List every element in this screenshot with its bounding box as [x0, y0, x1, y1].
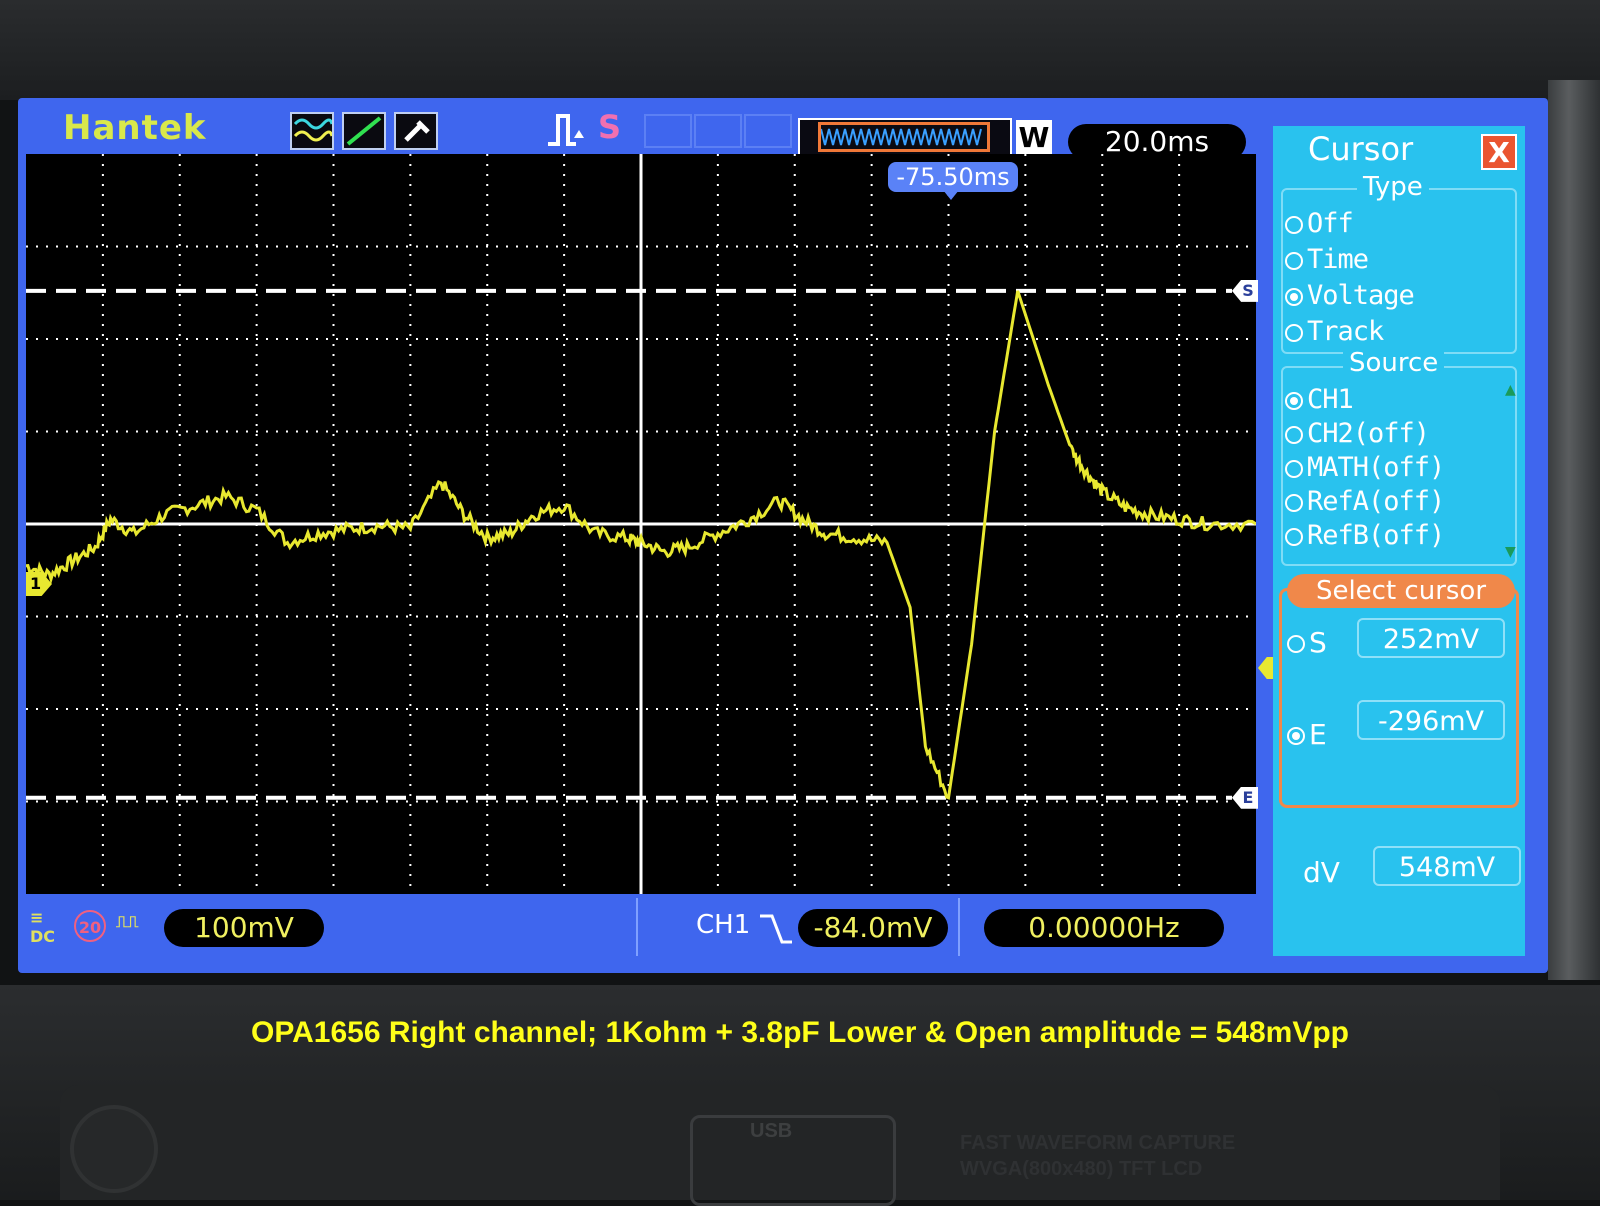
option-label: E [1309, 718, 1327, 751]
option-label: CH2(off) [1307, 418, 1430, 449]
radio-icon [1285, 527, 1303, 546]
option-label: Time [1307, 244, 1369, 275]
waveform-svg [25, 154, 1257, 894]
falling-edge-icon [760, 914, 792, 944]
device-bezel-top [0, 0, 1600, 100]
brand-logo: Hantek [63, 108, 207, 148]
select-cursor-header: Select cursor [1287, 574, 1515, 608]
device-bezel-right [1548, 80, 1600, 980]
source-option-refb[interactable]: RefB(off) [1285, 520, 1445, 551]
top-bar: Hantek S W 20.0ms [18, 98, 1273, 160]
option-label: S [1309, 626, 1327, 659]
memory-window[interactable] [818, 122, 990, 152]
radio-icon [1285, 459, 1303, 478]
delta-v-label: dV [1303, 856, 1340, 889]
photo-caption: OPA1656 Right channel; 1Kohm + 3.8pF Low… [250, 1016, 1350, 1049]
radio-selected-icon [1285, 391, 1303, 410]
cursor-menu: Cursor X Type Off Time Voltage Track Sou… [1273, 126, 1525, 956]
type-option-time[interactable]: Time [1285, 244, 1369, 275]
trigger-level-readout[interactable]: -84.0mV [798, 909, 948, 947]
close-button[interactable]: X [1481, 134, 1517, 170]
cursor-s-value[interactable]: 252mV [1357, 618, 1505, 658]
waveform-display-icon[interactable] [290, 112, 334, 150]
radio-icon [1287, 635, 1305, 653]
source-option-ch1[interactable]: CH1 [1285, 384, 1354, 415]
type-option-track[interactable]: Track [1285, 316, 1384, 347]
waveform-plot: 1 S E [25, 154, 1280, 894]
type-option-voltage[interactable]: Voltage [1285, 280, 1415, 311]
trigger-source-label: CH1 [696, 910, 751, 940]
probe-icon: ⎍⎍ [116, 912, 139, 931]
panel-text-line1: FAST WAVEFORM CAPTURE [960, 1132, 1236, 1154]
source-option-refa[interactable]: RefA(off) [1285, 486, 1445, 517]
memory-icon-faded [744, 114, 792, 148]
panel-text-line2: WVGA(800x480) TFT LCD [960, 1158, 1203, 1180]
device-panel-text: FAST WAVEFORM CAPTURE WVGA(800x480) TFT … [960, 1130, 1235, 1182]
radio-icon [1285, 251, 1303, 270]
option-label: Voltage [1307, 280, 1415, 311]
power-button[interactable] [70, 1105, 158, 1193]
mode-icon-faded [644, 114, 692, 148]
frequency-readout: 0.00000Hz [984, 909, 1224, 947]
radio-icon [1285, 425, 1303, 444]
graticule [26, 154, 1256, 894]
oscilloscope-screen: Hantek S W 20.0ms 1 S E -75.50ms ≡ DC 20… [18, 98, 1548, 973]
option-label: Off [1307, 208, 1354, 239]
cursor-e-option[interactable]: E [1287, 718, 1327, 751]
option-label: CH1 [1307, 384, 1354, 415]
acquire-mode-indicator[interactable]: W [1016, 120, 1052, 156]
trigger-position-readout: -75.50ms [888, 162, 1018, 192]
usb-port [690, 1115, 896, 1206]
sync-icon-faded [694, 114, 742, 148]
source-option-ch2[interactable]: CH2(off) [1285, 418, 1430, 449]
delta-v-value: 548mV [1373, 846, 1521, 886]
status-divider [636, 898, 638, 956]
usb-label: USB [750, 1120, 793, 1142]
bandwidth-limit-icon: 20 [74, 910, 106, 942]
volts-per-div[interactable]: 100mV [164, 909, 324, 947]
option-label: Track [1307, 316, 1384, 347]
option-label: RefA(off) [1307, 486, 1445, 517]
trigger-edge-icon [548, 114, 584, 146]
option-label: MATH(off) [1307, 452, 1445, 483]
radio-selected-icon [1287, 727, 1305, 745]
status-divider [958, 898, 960, 956]
settings-icon[interactable] [394, 112, 438, 150]
radio-icon [1285, 493, 1303, 512]
scroll-down-icon[interactable]: ▼ [1505, 544, 1516, 560]
radio-icon [1285, 323, 1303, 342]
cursor-menu-title: Cursor [1308, 130, 1414, 168]
type-option-off[interactable]: Off [1285, 208, 1354, 239]
slope-icon[interactable] [342, 112, 386, 150]
cursor-s-option[interactable]: S [1287, 626, 1327, 659]
option-label: RefB(off) [1307, 520, 1445, 551]
cursor-e-value[interactable]: -296mV [1357, 700, 1505, 740]
radio-icon [1285, 215, 1303, 234]
source-option-math[interactable]: MATH(off) [1285, 452, 1445, 483]
dc-coupling-icon: ≡ DC [30, 908, 56, 946]
memory-depth-bar [798, 118, 1012, 158]
trigger-position-arrow [943, 190, 959, 200]
run-stop-indicator[interactable]: S [598, 108, 621, 146]
radio-selected-icon [1285, 287, 1303, 306]
scroll-up-icon[interactable]: ▲ [1505, 382, 1516, 398]
type-group-label: Type [1357, 172, 1429, 202]
source-group-label: Source [1343, 348, 1445, 378]
